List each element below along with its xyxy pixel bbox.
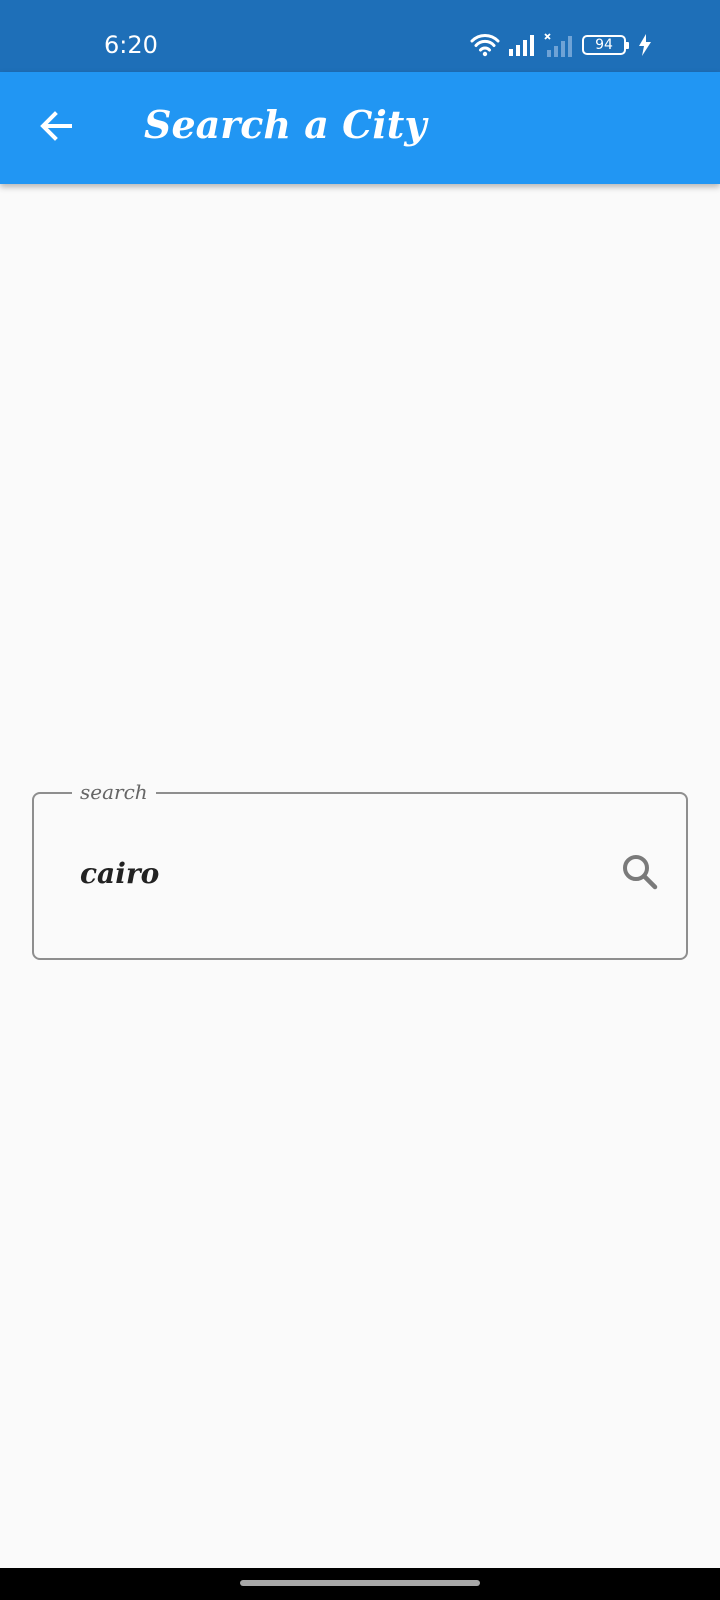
back-button[interactable] (30, 102, 82, 154)
page-title: Search a City (144, 102, 427, 147)
navigation-bar (0, 1568, 720, 1600)
charging-icon (638, 34, 652, 56)
status-bar: 6:20 94 (0, 0, 720, 72)
wifi-icon (470, 33, 500, 57)
screen: 6:20 94 Search a City search cairo (0, 0, 720, 1600)
battery-icon: 94 (582, 35, 629, 55)
search-button[interactable] (616, 850, 664, 898)
arrow-left-icon (38, 108, 74, 148)
battery-level: 94 (595, 37, 613, 53)
signal-icon (508, 34, 536, 56)
search-field-label: search (72, 778, 156, 806)
app-bar: Search a City (0, 72, 720, 184)
search-icon (620, 852, 660, 896)
search-input-value[interactable]: cairo (80, 854, 159, 894)
home-indicator[interactable] (240, 1580, 480, 1586)
status-icons: 94 (470, 30, 652, 60)
signal-no-service-icon (544, 33, 574, 57)
status-time: 6:20 (104, 31, 158, 59)
search-input[interactable]: search cairo (32, 778, 688, 960)
